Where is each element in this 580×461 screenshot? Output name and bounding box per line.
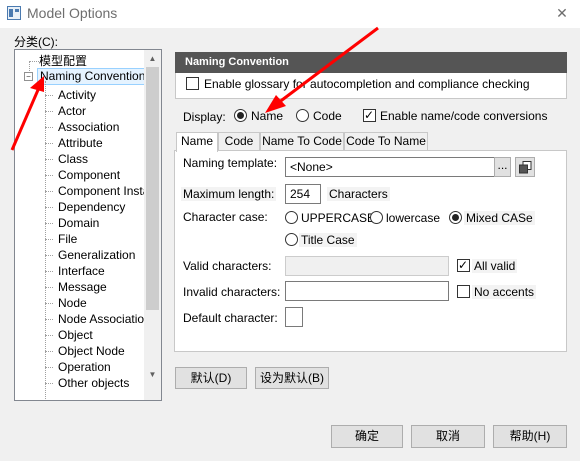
case-title-label[interactable]: Title Case: [299, 233, 357, 247]
tree-item[interactable]: Other objects: [58, 375, 129, 391]
help-button[interactable]: 帮助(H): [493, 425, 567, 448]
no-accents-checkbox[interactable]: [457, 285, 470, 298]
name-code-conversion-checkbox[interactable]: [363, 108, 376, 122]
display-code-label[interactable]: Code: [313, 109, 342, 123]
tree-item[interactable]: Component: [58, 167, 120, 183]
tree-connector: [45, 319, 53, 320]
max-length-unit: Characters: [327, 187, 390, 201]
invalid-characters-input[interactable]: [285, 281, 449, 301]
properties-icon[interactable]: [515, 157, 535, 177]
character-case-label: Character case:: [183, 210, 268, 224]
case-uppercase-label[interactable]: UPPERCASE: [301, 211, 375, 225]
tree-connector: [45, 223, 53, 224]
tree-connector: [45, 95, 53, 96]
tree-connector: [45, 159, 53, 160]
invalid-characters-label: Invalid characters:: [183, 285, 281, 299]
tree-connector: [45, 335, 53, 336]
display-name-label[interactable]: Name: [251, 109, 283, 123]
tree-connector: [45, 207, 53, 208]
tree-item[interactable]: Component Instan: [58, 183, 156, 199]
tree-connector: [45, 351, 53, 352]
tree-item[interactable]: Class: [58, 151, 88, 167]
scroll-down-icon[interactable]: ▼: [144, 366, 161, 383]
max-length-input[interactable]: 254: [285, 184, 321, 204]
title-bar: Model Options ✕: [0, 0, 580, 28]
tree-connector: [45, 127, 53, 128]
window-title: Model Options: [27, 5, 118, 21]
glossary-label: Enable glossary for autocompletion and c…: [204, 77, 530, 91]
cancel-button[interactable]: 取消: [411, 425, 485, 448]
category-label: 分类(C):: [14, 35, 58, 49]
display-code-radio[interactable]: [296, 109, 309, 122]
tab-name-to-code[interactable]: Name To Code: [260, 132, 344, 151]
ok-button[interactable]: 确定: [331, 425, 403, 448]
case-uppercase-radio[interactable]: [285, 211, 298, 224]
tab-name[interactable]: Name: [176, 132, 218, 152]
tree-item[interactable]: Activity: [58, 87, 96, 103]
tree-item[interactable]: Domain: [58, 215, 99, 231]
tree-connector: [45, 175, 53, 176]
valid-characters-input: [285, 256, 449, 276]
case-mixed-radio[interactable]: [449, 211, 462, 224]
no-accents-label: No accents: [472, 285, 537, 299]
all-valid-checkbox[interactable]: [457, 258, 470, 272]
tree-connector: [45, 111, 53, 112]
naming-template-select[interactable]: <None> ▼: [285, 157, 511, 177]
tree-connector: [45, 255, 53, 256]
case-lowercase-label[interactable]: lowercase: [386, 211, 440, 225]
name-code-conversion-label: Enable name/code conversions: [380, 109, 548, 123]
tree-connector: [45, 303, 53, 304]
model-options-icon: [7, 6, 21, 20]
scroll-up-icon[interactable]: ▲: [144, 50, 161, 67]
all-valid-label: All valid: [472, 259, 518, 273]
tree-connector: [45, 239, 53, 240]
tree-item[interactable]: Attribute: [58, 135, 103, 151]
tree-item-model-config[interactable]: 模型配置: [39, 53, 87, 69]
tree-scrollbar[interactable]: ▲ ▼: [144, 50, 161, 400]
tree-item[interactable]: Association: [58, 119, 119, 135]
tree-item[interactable]: Node: [58, 295, 87, 311]
tree-connector: [45, 271, 53, 272]
tree-item-naming-convention[interactable]: Naming Convention: [37, 68, 149, 85]
max-length-label: Maximum length:: [181, 187, 277, 201]
glossary-row: Enable glossary for autocompletion and c…: [175, 73, 567, 99]
tree-item[interactable]: Dependency: [58, 199, 125, 215]
tree-connector: [45, 191, 53, 192]
default-button[interactable]: 默认(D): [175, 367, 247, 389]
glossary-checkbox[interactable]: [186, 77, 199, 90]
tree-connector: [45, 287, 53, 288]
tree-item[interactable]: Operation: [58, 359, 111, 375]
display-label: Display:: [183, 110, 226, 124]
default-character-input[interactable]: [285, 307, 303, 327]
tree-connector: [45, 143, 53, 144]
valid-characters-label: Valid characters:: [183, 259, 272, 273]
tree-item[interactable]: Interface: [58, 263, 105, 279]
case-lowercase-radio[interactable]: [370, 211, 383, 224]
case-mixed-label[interactable]: Mixed CASe: [464, 211, 535, 225]
tree-connector: [45, 383, 53, 384]
tree-item[interactable]: Object Node: [58, 343, 125, 359]
scroll-thumb[interactable]: [146, 67, 159, 310]
tree-item[interactable]: Node Association: [58, 311, 151, 327]
naming-template-value: <None>: [290, 160, 333, 174]
ellipsis-icon[interactable]: ...: [494, 157, 511, 177]
tab-code[interactable]: Code: [218, 132, 260, 151]
tree-expander-icon[interactable]: −: [24, 72, 33, 81]
tree-item[interactable]: Actor: [58, 103, 86, 119]
tree-item[interactable]: Object: [58, 327, 93, 343]
max-length-value: 254: [290, 187, 311, 201]
tree-connector: [45, 367, 53, 368]
display-name-radio[interactable]: [234, 109, 247, 122]
close-icon[interactable]: ✕: [552, 3, 572, 23]
tree-item[interactable]: Message: [58, 279, 107, 295]
category-tree[interactable]: 模型配置 − Naming Convention Activity Actor As…: [14, 49, 162, 401]
case-title-radio[interactable]: [285, 233, 298, 246]
tree-item[interactable]: File: [58, 231, 77, 247]
naming-template-label: Naming template:: [183, 156, 278, 170]
tab-code-to-name[interactable]: Code To Name: [344, 132, 428, 151]
panel-header: Naming Convention: [175, 52, 567, 73]
default-character-label: Default character:: [183, 311, 278, 325]
set-default-button[interactable]: 设为默认(B): [255, 367, 329, 389]
tree-item[interactable]: Generalization: [58, 247, 135, 263]
